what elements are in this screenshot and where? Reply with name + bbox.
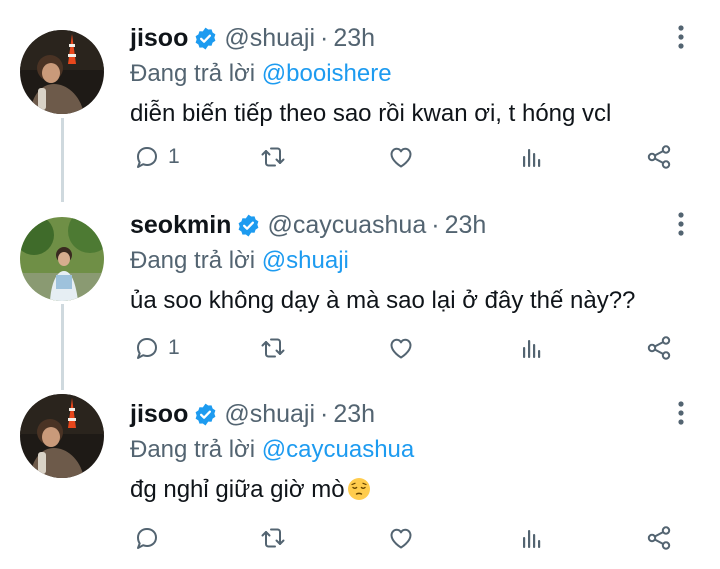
separator-dot: · <box>320 399 329 428</box>
replying-to: Đang trả lời @caycuashua <box>130 436 414 464</box>
tweet[interactable]: jisoo @shuaji · 23h Đang trả lời @caycua… <box>0 394 720 569</box>
tweet-text-container: đg nghỉ giữa giờ mò <box>130 476 371 504</box>
timestamp[interactable]: 23h <box>445 211 487 240</box>
replying-to: Đang trả lời @shuaji <box>130 247 349 275</box>
retweet-button[interactable] <box>258 333 288 363</box>
verified-badge-icon <box>195 403 216 425</box>
mention-link[interactable]: @booishere <box>262 60 392 87</box>
share-icon <box>647 145 671 169</box>
reply-button[interactable]: 1 <box>132 333 180 363</box>
mention-link[interactable]: @shuaji <box>262 247 349 274</box>
views-button[interactable] <box>516 333 546 363</box>
avatar[interactable] <box>20 30 104 114</box>
retweet-icon <box>261 338 285 358</box>
tweet-header: jisoo @shuaji · 23h <box>130 18 375 58</box>
comment-icon <box>137 338 157 359</box>
share-button[interactable] <box>644 142 674 172</box>
reply-count: 1 <box>168 336 180 359</box>
timestamp[interactable]: 23h <box>333 400 375 429</box>
share-button[interactable] <box>644 523 674 553</box>
comment-icon <box>137 147 157 168</box>
replying-prefix: Đang trả lời <box>130 436 262 463</box>
avatar[interactable] <box>20 394 104 478</box>
separator-dot: · <box>431 210 440 239</box>
avatar[interactable] <box>20 217 104 301</box>
views-button[interactable] <box>516 142 546 172</box>
handle[interactable]: @shuaji <box>224 24 315 53</box>
reply-button[interactable]: 1 <box>132 142 180 172</box>
like-button[interactable] <box>386 523 416 553</box>
views-button[interactable] <box>516 523 546 553</box>
display-name[interactable]: jisoo <box>130 400 188 429</box>
verified-badge-icon <box>239 214 259 236</box>
share-icon <box>647 336 671 360</box>
reply-button[interactable] <box>132 523 162 553</box>
verified-badge-icon <box>195 27 216 49</box>
handle[interactable]: @shuaji <box>224 400 315 429</box>
analytics-icon <box>523 340 541 358</box>
more-vertical-icon[interactable] <box>672 22 690 52</box>
like-button[interactable] <box>386 333 416 363</box>
like-button[interactable] <box>386 142 416 172</box>
tweet-text: ủa soo không dạy à mà sao lại ở đây thế … <box>130 287 636 314</box>
replying-prefix: Đang trả lời <box>130 247 262 274</box>
tweet-header: jisoo @shuaji · 23h <box>130 394 375 434</box>
handle[interactable]: @caycuashua <box>267 211 426 240</box>
tweet[interactable]: seokmin @caycuashua · 23h Đang trả lời @… <box>0 205 720 380</box>
comment-icon <box>137 528 157 549</box>
retweet-button[interactable] <box>258 142 288 172</box>
share-button[interactable] <box>644 333 674 363</box>
heart-icon <box>390 528 412 549</box>
timestamp[interactable]: 23h <box>333 24 375 53</box>
action-bar: 1 <box>132 142 692 172</box>
replying-to: Đang trả lời @booishere <box>130 60 392 88</box>
pensive-face-icon <box>347 478 370 500</box>
heart-icon <box>390 338 412 359</box>
display-name[interactable]: seokmin <box>130 211 231 240</box>
replying-prefix: Đang trả lời <box>130 60 262 87</box>
tweet[interactable]: jisoo @shuaji · 23h Đang trả lời @booish… <box>0 18 720 193</box>
share-icon <box>647 526 671 550</box>
retweet-button[interactable] <box>258 523 288 553</box>
retweet-icon <box>261 147 285 167</box>
analytics-icon <box>523 530 541 548</box>
heart-icon <box>390 147 412 168</box>
mention-link[interactable]: @caycuashua <box>262 436 414 463</box>
more-vertical-icon[interactable] <box>672 209 690 239</box>
action-bar: 1 <box>132 333 692 363</box>
tweet-header: seokmin @caycuashua · 23h <box>130 205 486 245</box>
reply-count: 1 <box>168 145 180 168</box>
display-name[interactable]: jisoo <box>130 24 188 53</box>
separator-dot: · <box>320 23 329 52</box>
analytics-icon <box>523 149 541 167</box>
retweet-icon <box>261 528 285 548</box>
tweet-text: diễn biến tiếp theo sao rồi kwan ơi, t h… <box>130 100 612 127</box>
tweet-text: đg nghỉ giữa giờ mò <box>130 476 345 503</box>
action-bar <box>132 523 692 553</box>
more-vertical-icon[interactable] <box>672 398 690 428</box>
